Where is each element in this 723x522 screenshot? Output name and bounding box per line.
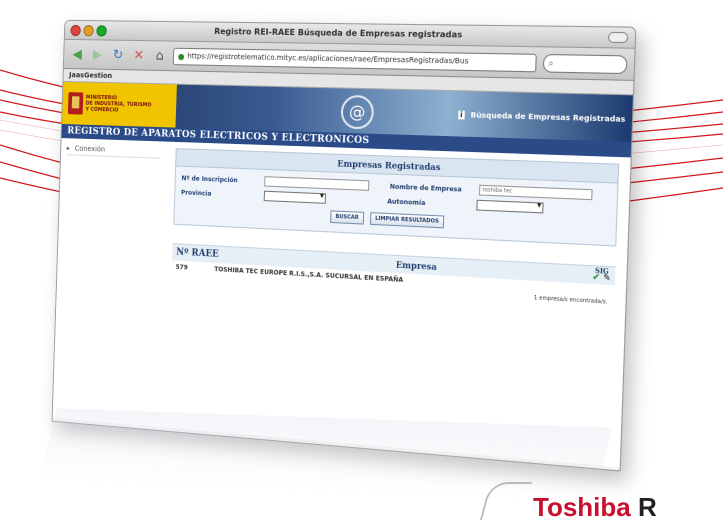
ministry-logo[interactable]: Ministerio de Industria, Turismo y Comer…	[62, 81, 177, 128]
toolbar-toggle-button[interactable]	[607, 31, 629, 44]
search-icon: ⌕	[548, 57, 554, 68]
brand-logo: Toshiba R	[479, 478, 657, 522]
secure-lock-icon: ●	[177, 51, 185, 61]
edit-icon[interactable]: ✎	[603, 271, 611, 282]
check-icon[interactable]: ✔	[592, 271, 600, 282]
forward-arrow-icon[interactable]: ▶	[90, 46, 105, 62]
bookmark-item[interactable]: JaasGestion	[69, 71, 112, 80]
clear-results-button[interactable]: LIMPIAR RESULTADOS	[369, 212, 445, 229]
raee-number: 579	[175, 263, 188, 272]
company-input[interactable]: toshiba tec	[478, 184, 593, 201]
sidebar-item-conexion[interactable]: ▸ Conexión	[66, 144, 161, 159]
company-label: Nombre de Empresa	[389, 182, 462, 194]
col-num-header: Nº RAEE	[176, 247, 219, 260]
window-controls	[70, 24, 107, 37]
browser-window: Registro REI-RAEE Búsqueda de Empresas r…	[51, 19, 637, 472]
search-button[interactable]: BUSCAR	[330, 210, 365, 225]
home-icon[interactable]: ⌂	[152, 47, 168, 64]
search-box[interactable]: ⌕	[542, 53, 628, 74]
brand-name: Toshiba R	[533, 492, 657, 522]
address-bar[interactable]: ● https://registrotelematico.mityc.es/ap…	[172, 47, 537, 72]
info-icon: i	[457, 110, 465, 120]
sidebar: ▸ Conexión	[53, 138, 167, 427]
chevron-right-icon: ▸	[66, 144, 71, 153]
at-sign-icon: @	[340, 94, 375, 130]
back-arrow-icon[interactable]: ◀	[70, 46, 85, 62]
results-table: Nº RAEE Empresa SIG ✔ ✎ 579 TOSHIBA TEC E…	[171, 243, 616, 307]
reload-icon[interactable]: ↻	[110, 47, 126, 63]
close-window-button[interactable]	[70, 24, 81, 37]
spain-crest-icon	[67, 92, 84, 115]
minimize-window-button[interactable]	[83, 25, 94, 37]
inscription-input[interactable]	[264, 176, 370, 191]
province-select[interactable]	[263, 190, 327, 204]
inscription-label: Nº de Inscripción	[181, 174, 238, 184]
autonomy-select[interactable]	[476, 199, 544, 214]
zoom-window-button[interactable]	[96, 25, 107, 37]
search-panel: Empresas Registradas Nº de Inscripción N…	[173, 148, 620, 247]
address-bar-url: https://registrotelematico.mityc.es/apli…	[187, 51, 469, 66]
brand-swoosh-icon	[479, 482, 533, 520]
window-title: Registro REI-RAEE Búsqueda de Empresas r…	[214, 26, 463, 40]
stop-icon[interactable]: ✕	[131, 47, 147, 64]
banner-nav-link[interactable]: i Búsqueda de Empresas Registradas	[457, 110, 625, 124]
autonomy-label: Autonomía	[387, 197, 426, 207]
province-label: Provincia	[180, 188, 212, 198]
ministry-name: Ministerio de Industria, Turismo y Comer…	[85, 94, 152, 114]
